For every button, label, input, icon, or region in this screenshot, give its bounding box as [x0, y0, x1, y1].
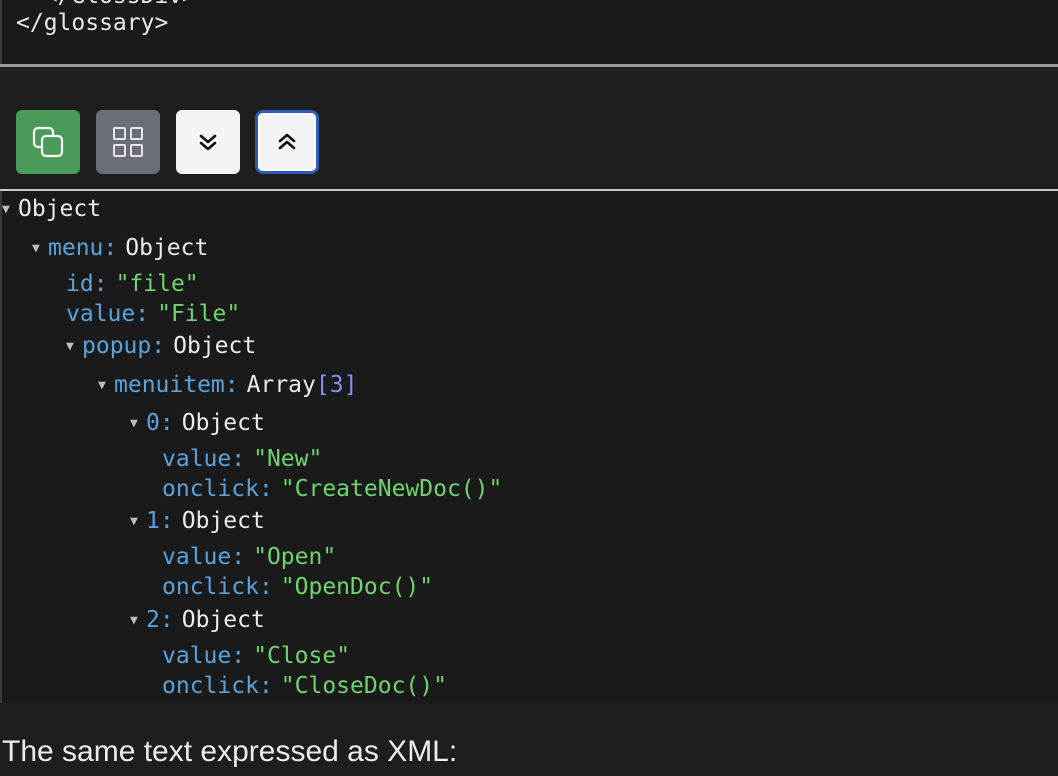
tree-leaf-value: value: "File": [66, 301, 241, 327]
expand-all-button[interactable]: [176, 110, 240, 174]
xml-code-block: </GlossDiv> </glossary>: [0, 0, 1058, 64]
view-toggle-button[interactable]: [96, 110, 160, 174]
caret-down-icon[interactable]: ▼: [130, 410, 146, 438]
caret-down-icon[interactable]: ▼: [98, 372, 114, 400]
tree-node-popup[interactable]: ▼ popup: Object: [66, 332, 256, 361]
caret-down-icon[interactable]: ▼: [32, 235, 48, 263]
chevrons-down-icon: [199, 134, 217, 151]
json-viewer-toolbar: [0, 67, 1058, 189]
tree-leaf-item-0-value: value: "New": [162, 446, 323, 472]
tree-node-item-2[interactable]: ▼ 2: Object: [130, 606, 265, 635]
collapse-all-button[interactable]: [255, 110, 319, 174]
json-tree: ▼ Object ▼ menu: Object id: "file" value: "Fi…: [0, 191, 1058, 703]
code-line: </GlossDiv>: [16, 0, 196, 9]
tree-node-item-1[interactable]: ▼ 1: Object: [130, 507, 265, 536]
caret-down-icon[interactable]: ▼: [2, 196, 18, 224]
chevrons-up-icon: [278, 133, 296, 150]
caret-down-icon[interactable]: ▼: [130, 508, 146, 536]
content-section: The same text expressed as XML:: [0, 703, 1058, 776]
tree-leaf-item-1-value: value: "Open": [162, 544, 337, 570]
tree-leaf-item-1-onclick: onclick: "OpenDoc()": [162, 574, 434, 600]
tree-leaf-item-2-value: value: "Close": [162, 643, 351, 669]
tree-node-menuitem[interactable]: ▼ menuitem: Array[3]: [98, 371, 357, 400]
grid-icon: [113, 127, 143, 157]
caret-down-icon[interactable]: ▼: [66, 333, 82, 361]
tree-leaf-id: id: "file": [66, 271, 199, 297]
tree-leaf-item-2-onclick: onclick: "CloseDoc()": [162, 673, 447, 699]
section-intro-text: The same text expressed as XML:: [2, 735, 458, 768]
tree-node-root[interactable]: ▼ Object: [2, 195, 101, 224]
code-line: </glossary>: [16, 10, 169, 36]
copy-icon: [32, 126, 64, 158]
tree-leaf-item-0-onclick: onclick: "CreateNewDoc()": [162, 476, 503, 502]
copy-button[interactable]: [16, 110, 80, 174]
tree-node-item-0[interactable]: ▼ 0: Object: [130, 409, 265, 438]
tree-node-menu[interactable]: ▼ menu: Object: [32, 234, 208, 263]
caret-down-icon[interactable]: ▼: [130, 607, 146, 635]
